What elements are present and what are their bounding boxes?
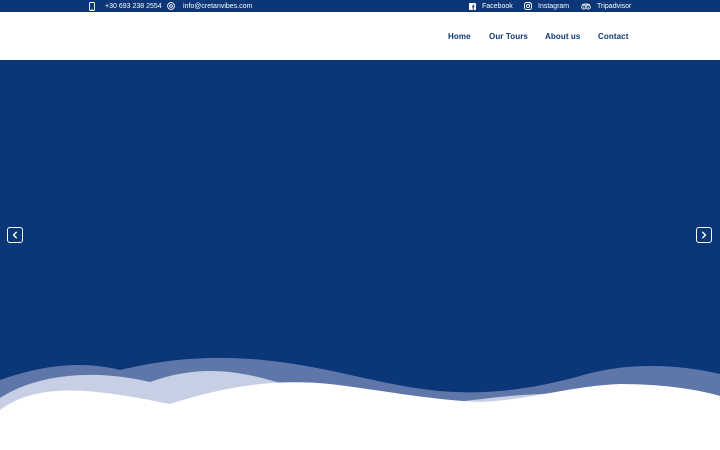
nav-about-us[interactable]: About us: [545, 12, 580, 60]
slider-next-button[interactable]: [696, 227, 712, 243]
at-sign-icon: [167, 2, 175, 10]
facebook-link[interactable]: Facebook: [469, 0, 513, 12]
instagram-link[interactable]: Instagram: [524, 0, 569, 12]
tripadvisor-icon: [581, 3, 591, 10]
chevron-left-icon: [12, 231, 17, 239]
nav-home[interactable]: Home: [448, 12, 471, 60]
email-address: info@cretanvibes.com: [183, 2, 253, 10]
facebook-icon: [469, 2, 476, 10]
email-link[interactable]: info@cretanvibes.com: [167, 0, 252, 12]
facebook-label: Facebook: [482, 2, 513, 10]
instagram-icon: [524, 2, 532, 10]
wave-decoration: [0, 357, 720, 450]
nav-our-tours[interactable]: Our Tours: [489, 12, 528, 60]
phone-number: +30 693 238 2554: [105, 2, 162, 10]
tripadvisor-label: Tripadvisor: [597, 2, 632, 10]
slider-prev-button[interactable]: [7, 227, 23, 243]
instagram-label: Instagram: [538, 2, 570, 10]
chevron-right-icon: [702, 231, 707, 239]
phone-link[interactable]: +30 693 238 2554: [89, 0, 162, 12]
mobile-phone-icon: [89, 1, 95, 11]
top-bar: +30 693 238 2554 info@cretanvibes.com Fa…: [0, 0, 720, 12]
nav-contact[interactable]: Contact: [598, 12, 628, 60]
hero-slider: [0, 60, 720, 450]
tripadvisor-link[interactable]: Tripadvisor: [581, 0, 631, 12]
site-header: Home Our Tours About us Contact: [0, 12, 720, 60]
